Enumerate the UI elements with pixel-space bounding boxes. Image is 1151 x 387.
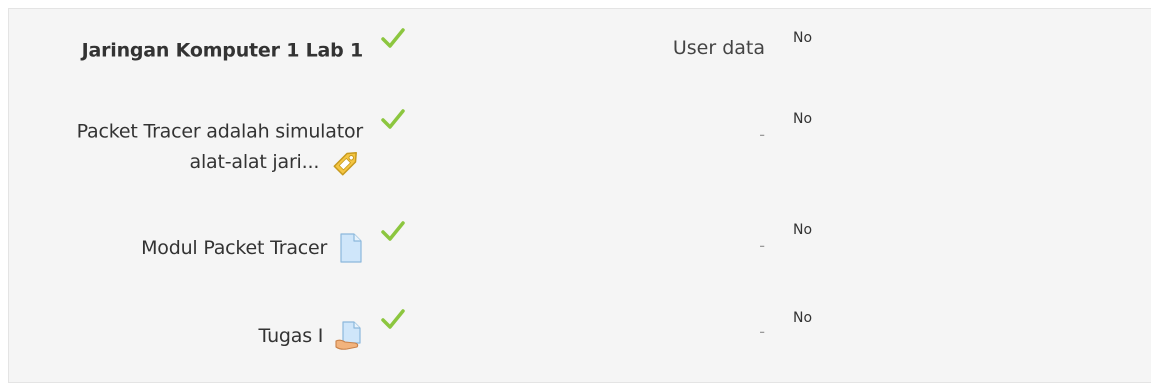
check-icon	[381, 28, 405, 48]
status-value: No	[793, 30, 813, 46]
dash-text: -	[759, 236, 765, 255]
document-file-icon	[340, 233, 362, 263]
activity-url-label-line1[interactable]: Packet Tracer adalah simulator	[77, 118, 364, 145]
status-value: No	[793, 310, 813, 326]
check-icon	[381, 221, 405, 241]
url-tag-icon	[333, 152, 357, 176]
activity-file-label[interactable]: Modul Packet Tracer	[141, 233, 363, 263]
course-title-label: Jaringan Komputer 1 Lab 1	[81, 39, 364, 62]
course-title: Jaringan Komputer 1 Lab 1	[81, 37, 364, 64]
check-icon	[381, 309, 405, 329]
report-panel	[8, 8, 1151, 383]
user-data-label: User data	[672, 37, 765, 59]
dash-text: -	[759, 322, 765, 341]
check-icon	[381, 109, 405, 129]
status-value: No	[793, 111, 813, 127]
dash-text: -	[759, 125, 765, 144]
activity-assignment-label[interactable]: Tugas I	[259, 321, 363, 351]
activity-url-label-line2[interactable]: alat-alat jari...	[190, 146, 364, 178]
assignment-icon	[335, 321, 361, 350]
status-value: No	[793, 222, 813, 238]
